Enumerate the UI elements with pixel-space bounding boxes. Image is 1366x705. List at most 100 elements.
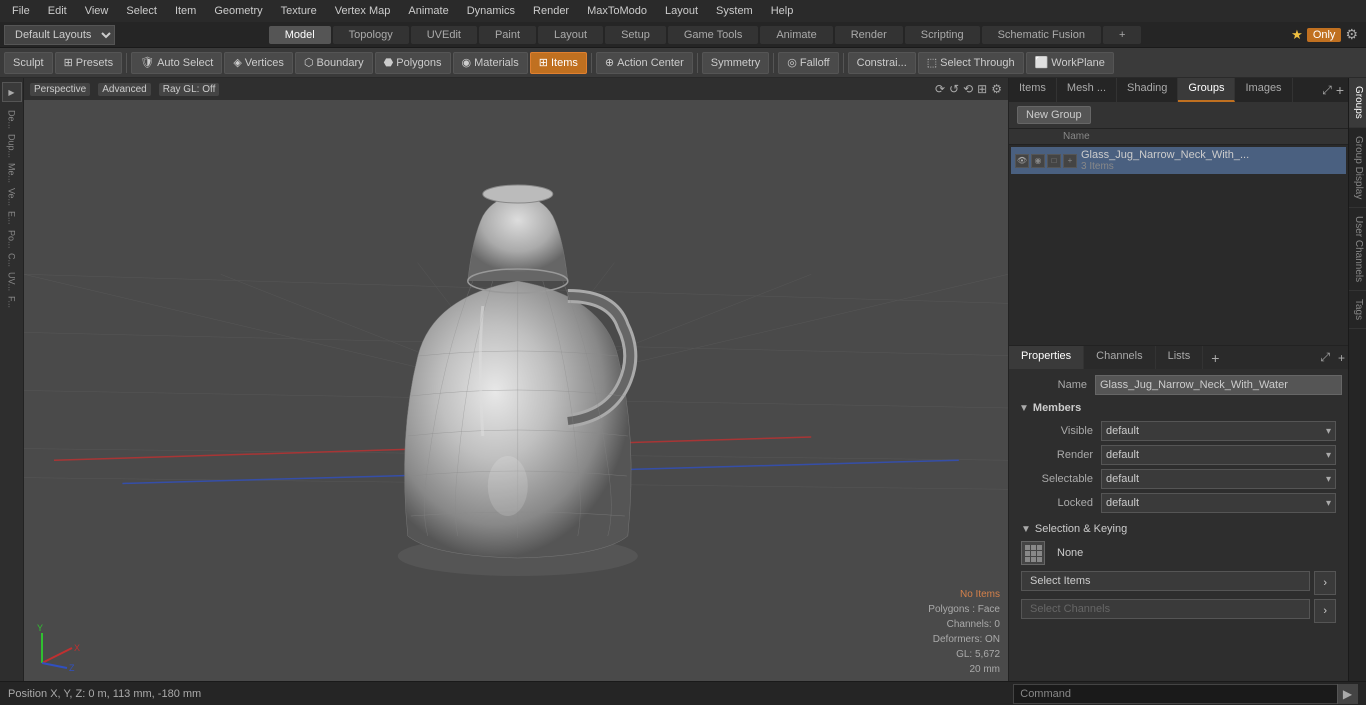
viewport-pan-icon[interactable]: ↺: [949, 82, 959, 96]
tab-animate[interactable]: Animate: [760, 26, 832, 44]
select-through-button[interactable]: ⬚ Select Through: [918, 52, 1024, 74]
falloff-button[interactable]: ◎ Falloff: [778, 52, 838, 74]
add-tab-icon[interactable]: +: [1336, 82, 1344, 98]
prop-expand-btn2[interactable]: +: [1335, 351, 1348, 365]
groups-list[interactable]: 👁 ◉ □ + Glass_Jug_Narrow_Neck_With_... 3…: [1009, 145, 1348, 345]
layout-select[interactable]: Default Layouts: [4, 25, 115, 45]
symmetry-button[interactable]: Symmetry: [702, 52, 770, 74]
tab-add[interactable]: +: [1103, 26, 1141, 44]
prop-expand-btn1[interactable]: ⤢: [1317, 350, 1333, 365]
sidebar-item-dup[interactable]: Dup...: [7, 132, 17, 160]
sel-keying-header[interactable]: ▼ Selection & Keying: [1021, 523, 1336, 535]
sidebar-item-c[interactable]: C...: [7, 251, 17, 269]
rp-tab-shading[interactable]: Shading: [1117, 78, 1178, 102]
vtab-groups[interactable]: Groups: [1349, 78, 1366, 128]
sidebar-item-f[interactable]: F...: [7, 294, 17, 310]
render-icon[interactable]: ◉: [1031, 154, 1045, 168]
action-center-button[interactable]: ⊕ Action Center: [596, 52, 693, 74]
menu-item-system[interactable]: System: [708, 3, 761, 19]
command-go-button[interactable]: ▶: [1337, 684, 1357, 704]
menu-item-item[interactable]: Item: [167, 3, 204, 19]
menu-item-layout[interactable]: Layout: [657, 3, 706, 19]
render-select[interactable]: default ▾: [1101, 445, 1336, 465]
autoselect-button[interactable]: 🛡 Auto Select: [131, 52, 222, 74]
viewport-frame-icon[interactable]: ⊞: [977, 82, 987, 96]
menu-item-file[interactable]: File: [4, 3, 38, 19]
locked-select[interactable]: default ▾: [1101, 493, 1336, 513]
menu-item-view[interactable]: View: [77, 3, 117, 19]
menu-item-maxtomodo[interactable]: MaxToModo: [579, 3, 655, 19]
viewport-raygl-btn[interactable]: Ray GL: Off: [159, 83, 220, 96]
presets-button[interactable]: ⊞ Presets: [55, 52, 123, 74]
selectable-select[interactable]: default ▾: [1101, 469, 1336, 489]
tab-gametools[interactable]: Game Tools: [668, 26, 759, 44]
tab-uvedit[interactable]: UVEdit: [411, 26, 477, 44]
sidebar-item-uv[interactable]: UV...: [7, 270, 17, 293]
menu-item-edit[interactable]: Edit: [40, 3, 75, 19]
sculpt-button[interactable]: Sculpt: [4, 52, 53, 74]
menu-item-geometry[interactable]: Geometry: [206, 3, 270, 19]
items-button[interactable]: ⊞ Items: [530, 52, 587, 74]
expand-group-icon[interactable]: +: [1063, 154, 1077, 168]
tab-layout[interactable]: Layout: [538, 26, 603, 44]
tab-topology[interactable]: Topology: [333, 26, 409, 44]
group-item[interactable]: 👁 ◉ □ + Glass_Jug_Narrow_Neck_With_... 3…: [1011, 147, 1346, 174]
viewport-orbit-icon[interactable]: ⟳: [935, 82, 945, 96]
tab-model[interactable]: Model: [269, 26, 331, 44]
vertices-button[interactable]: ◈ Vertices: [224, 52, 293, 74]
prop-tab-add[interactable]: +: [1203, 346, 1227, 369]
viewport-perspective-btn[interactable]: Perspective: [30, 83, 90, 96]
select-channels-arrow-button[interactable]: ›: [1314, 599, 1336, 623]
viewport-zoom-icon[interactable]: ⟲: [963, 82, 973, 96]
menu-item-select[interactable]: Select: [118, 3, 165, 19]
rp-tab-groups[interactable]: Groups: [1178, 78, 1235, 102]
gear-icon[interactable]: ⚙: [1345, 26, 1358, 43]
prop-tab-channels[interactable]: Channels: [1084, 346, 1155, 369]
sidebar-item-mesh[interactable]: Me...: [7, 161, 17, 185]
sidebar-toggle[interactable]: ▶: [2, 82, 22, 102]
prop-tab-properties[interactable]: Properties: [1009, 346, 1084, 369]
tab-scripting[interactable]: Scripting: [905, 26, 980, 44]
menu-item-vertexmap[interactable]: Vertex Map: [327, 3, 399, 19]
menu-item-help[interactable]: Help: [763, 3, 802, 19]
viewport-advanced-btn[interactable]: Advanced: [98, 83, 150, 96]
rp-tab-mesh[interactable]: Mesh ...: [1057, 78, 1117, 102]
select-items-button[interactable]: Select Items: [1021, 571, 1310, 591]
sidebar-item-vertex[interactable]: Ve...: [7, 186, 17, 208]
polygons-button[interactable]: ⬣ Polygons: [375, 52, 451, 74]
lock-icon[interactable]: □: [1047, 154, 1061, 168]
sidebar-item-poly[interactable]: Po...: [7, 228, 17, 251]
viewport-settings-icon[interactable]: ⚙: [991, 82, 1002, 96]
materials-button[interactable]: ◉ Materials: [453, 52, 528, 74]
tab-schematic[interactable]: Schematic Fusion: [982, 26, 1101, 44]
rp-tab-items[interactable]: Items: [1009, 78, 1057, 102]
new-group-button[interactable]: New Group: [1017, 106, 1091, 124]
sidebar-item-edge[interactable]: E...: [7, 209, 17, 227]
visible-select[interactable]: default ▾: [1101, 421, 1336, 441]
menu-item-texture[interactable]: Texture: [273, 3, 325, 19]
menu-item-render[interactable]: Render: [525, 3, 577, 19]
materials-icon: ◉: [462, 56, 472, 69]
tab-setup[interactable]: Setup: [605, 26, 666, 44]
command-input[interactable]: [1077, 688, 1337, 700]
prop-tab-lists[interactable]: Lists: [1156, 346, 1204, 369]
menu-item-animate[interactable]: Animate: [400, 3, 456, 19]
vtab-tags[interactable]: Tags: [1349, 291, 1366, 329]
vtab-group-display[interactable]: Group Display: [1349, 128, 1366, 208]
constrain-button[interactable]: Constrai...: [848, 52, 916, 74]
viewport[interactable]: Perspective Advanced Ray GL: Off ⟳ ↺ ⟲ ⊞…: [24, 78, 1008, 681]
select-channels-button[interactable]: Select Channels: [1021, 599, 1310, 619]
members-section-header[interactable]: ▼ Members: [1015, 399, 1342, 417]
rp-tab-images[interactable]: Images: [1235, 78, 1292, 102]
select-items-arrow-button[interactable]: ›: [1314, 571, 1336, 595]
sidebar-item-deform[interactable]: De...: [7, 108, 17, 131]
workplane-button[interactable]: ⬜ WorkPlane: [1026, 52, 1114, 74]
visibility-icon[interactable]: 👁: [1015, 154, 1029, 168]
name-input[interactable]: [1095, 375, 1342, 395]
vtab-user-channels[interactable]: User Channels: [1349, 208, 1366, 291]
tab-render[interactable]: Render: [835, 26, 903, 44]
menu-item-dynamics[interactable]: Dynamics: [459, 3, 523, 19]
tab-paint[interactable]: Paint: [479, 26, 536, 44]
expand-icon[interactable]: ⤢: [1322, 83, 1332, 98]
boundary-button[interactable]: ⬡ Boundary: [295, 52, 373, 74]
